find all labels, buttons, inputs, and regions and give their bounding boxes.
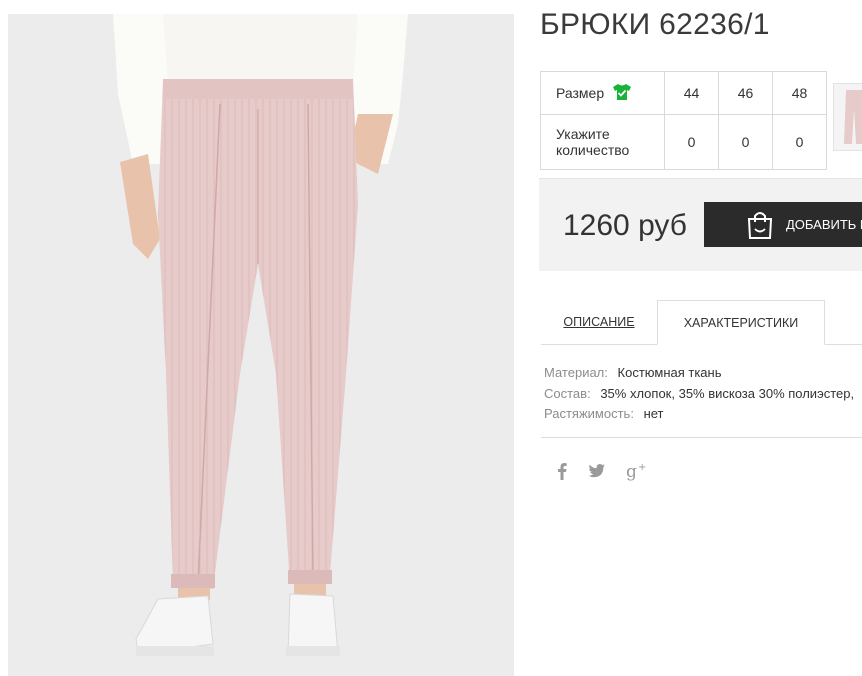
product-photo[interactable] [8,14,514,676]
characteristic-row: Состав: 35% хлопок, 35% вискоза 30% поли… [544,385,855,401]
svg-text:g: g [626,462,637,481]
facebook-icon[interactable] [556,462,568,480]
quantity-input-48[interactable]: 0 [780,134,820,150]
google-plus-icon[interactable]: g + [626,461,648,481]
twitter-icon[interactable] [588,463,606,479]
price: 1260 руб [563,209,687,242]
product-title: БРЮКИ 62236/1 [540,8,770,41]
shopping-bag-icon [746,210,774,240]
social-share: g + [556,461,648,481]
quantity-label: Укажите количество [540,114,665,170]
size-cell-46: 46 [718,71,773,115]
characteristics-list: Материал: Костюмная ткань Состав: 35% хл… [544,363,854,425]
quantity-input-46[interactable]: 0 [726,134,766,150]
tab-characteristics[interactable]: ХАРАКТЕРИСТИКИ [657,300,825,345]
svg-text:+: + [638,462,646,473]
tshirt-check-icon[interactable] [612,83,632,104]
add-to-cart-button[interactable]: ДОБАВИТЬ В [704,202,862,247]
size-cell-48: 48 [772,71,827,115]
product-thumbnail[interactable] [833,83,862,151]
quantity-input-44[interactable]: 0 [672,134,712,150]
add-to-cart-label: ДОБАВИТЬ В [786,217,862,232]
price-box: 1260 руб ДОБАВИТЬ В [539,178,862,271]
size-table: Размер 44 46 48 Укажите количество 0 0 0 [540,71,827,170]
characteristic-row: Материал: Костюмная ткань [544,365,722,380]
tab-description[interactable]: ОПИСАНИЕ [541,300,657,344]
size-label: Размер [556,85,605,101]
info-tabs: ОПИСАНИЕ ХАРАКТЕРИСТИКИ [541,300,862,345]
size-cell-44: 44 [664,71,719,115]
characteristic-row: Растяжимость: нет [544,406,664,421]
divider [541,437,862,438]
